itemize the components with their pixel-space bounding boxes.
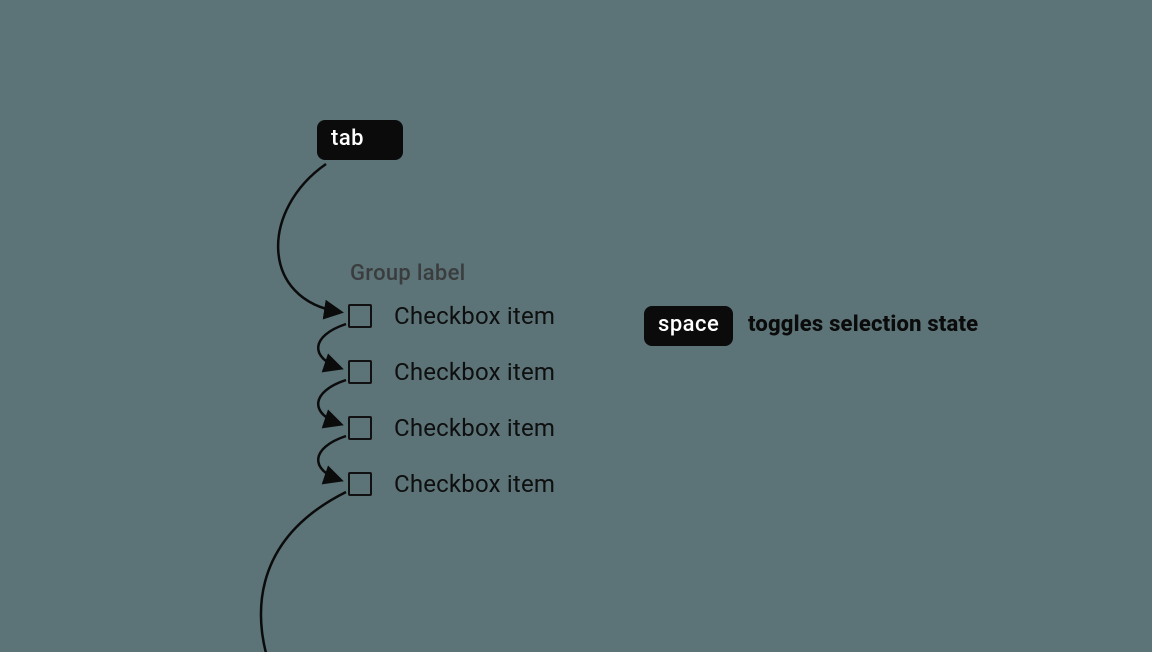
checkbox-row: Checkbox item [348,358,555,386]
key-tab: tab [317,120,403,160]
space-hint-text: toggles selection state [748,312,978,337]
arrows-layer [0,0,1152,652]
checkbox-row: Checkbox item [348,302,555,330]
group-label: Group label [350,261,466,286]
arrow-row3-to-row4 [318,436,346,480]
checkbox-icon[interactable] [348,360,372,384]
checkbox-icon[interactable] [348,472,372,496]
diagram-canvas: tab Group label Checkbox item Checkbox i… [0,0,1152,652]
checkbox-icon[interactable] [348,304,372,328]
arrow-row2-to-row3 [318,380,346,424]
arrow-row1-to-row2 [318,324,346,368]
checkbox-label: Checkbox item [394,358,555,386]
key-space: space [644,306,733,346]
checkbox-label: Checkbox item [394,414,555,442]
checkbox-row: Checkbox item [348,414,555,442]
checkbox-label: Checkbox item [394,470,555,498]
checkbox-icon[interactable] [348,416,372,440]
arrow-row4-to-next [261,492,346,652]
checkbox-label: Checkbox item [394,302,555,330]
arrow-tab-to-first [278,164,340,312]
checkbox-row: Checkbox item [348,470,555,498]
